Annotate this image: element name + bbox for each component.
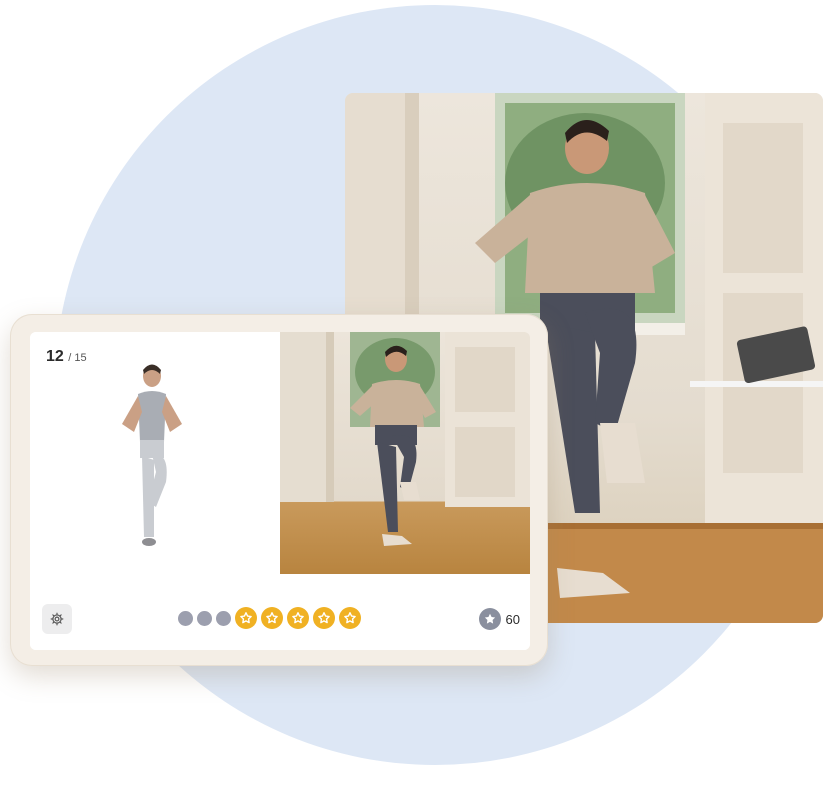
star-icon [240, 612, 252, 624]
star-icon [344, 612, 356, 624]
exercise-current: 12 [46, 348, 64, 365]
progress-star-filled [313, 607, 335, 629]
progress-dot-empty [216, 610, 231, 626]
tablet-screen: 12 / 15 60 [30, 332, 530, 650]
progress-star-filled [235, 607, 257, 629]
progress-stars [178, 607, 361, 629]
star-icon [292, 612, 304, 624]
progress-star-filled [339, 607, 361, 629]
reference-pane: 12 / 15 [30, 332, 280, 574]
score-display: 60 [478, 608, 520, 630]
progress-star-filled [287, 607, 309, 629]
score-badge [478, 608, 501, 630]
reference-figure [122, 364, 182, 546]
progress-star-filled [261, 607, 283, 629]
star-icon [484, 613, 495, 624]
star-icon [266, 612, 278, 624]
progress-dot-empty [197, 610, 212, 626]
star-icon [318, 612, 330, 624]
exercise-total: / 15 [68, 352, 87, 364]
progress-dot-empty [178, 610, 193, 626]
score-value: 60 [505, 611, 520, 627]
bottom-bar: 60 [30, 574, 530, 650]
settings-button[interactable] [42, 604, 72, 634]
camera-feed [280, 332, 530, 546]
camera-pane [280, 332, 530, 574]
tablet-device: 12 / 15 60 [10, 314, 548, 666]
exercise-counter: 12 / 15 [46, 348, 87, 366]
gear-icon [50, 612, 64, 626]
